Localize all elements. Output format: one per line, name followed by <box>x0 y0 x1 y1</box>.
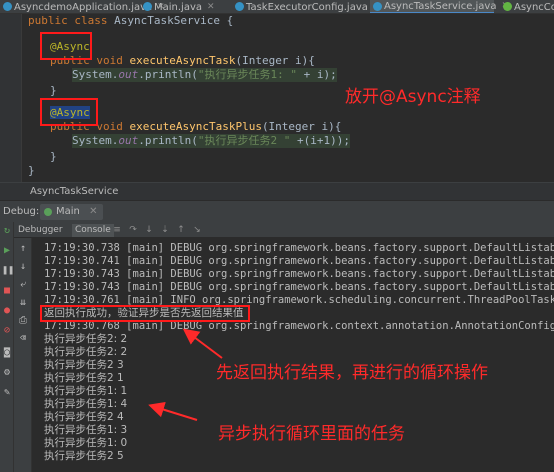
code-string: "执行异步任务1: " <box>197 68 297 81</box>
tab-label: Main.java <box>154 1 203 13</box>
breakpoints-icon[interactable]: ● <box>2 306 12 316</box>
code-class: System. <box>72 134 119 147</box>
print-icon[interactable]: ⎙ <box>18 316 28 326</box>
close-icon[interactable]: ✕ <box>207 1 215 14</box>
pin-icon[interactable]: ✎ <box>2 388 12 398</box>
debug-side-toolbar: ↻ ▶ ❚❚ ■ ● ⊘ ◙ ⚙ ✎ <box>0 222 14 472</box>
code-line: System.out.println("执行异步任务1: " + i); <box>72 68 337 82</box>
step-into-icon[interactable]: ↓ <box>144 225 154 235</box>
arrow-icon <box>182 328 223 359</box>
resume-icon[interactable]: ▶ <box>2 246 12 256</box>
console-side-toolbar: ↑ ↓ ⤶ ⇊ ⎙ ⌫ <box>14 238 32 472</box>
code-text: (Integer i){ <box>261 120 342 133</box>
java-class-icon <box>235 2 244 11</box>
arrow-down-icon[interactable]: ↓ <box>18 262 28 272</box>
annotation-note: 先返回执行结果，再进行的循环操作 <box>216 363 488 383</box>
console-output[interactable]: 17:19:30.738 [main] DEBUG org.springfram… <box>32 238 554 472</box>
run-to-cursor-icon[interactable]: ↘ <box>192 225 202 235</box>
camera-icon[interactable]: ◙ <box>2 348 12 358</box>
code-field: out <box>118 134 139 147</box>
debug-tabs: Debugger Console ≡ ↷ ↓ ⇣ ↑ ↘ <box>14 222 554 238</box>
tab-label: AsyncdemoApplication.java <box>14 1 153 13</box>
tab-debugger[interactable]: Debugger <box>18 224 63 237</box>
rerun-icon[interactable]: ↻ <box>2 226 12 236</box>
debug-label: Debug: <box>3 206 40 217</box>
force-step-into-icon[interactable]: ⇣ <box>160 225 170 235</box>
annotation-note: 放开@Async注释 <box>345 87 481 107</box>
close-icon[interactable]: ✕ <box>89 206 97 217</box>
run-config-label: Main <box>56 206 80 217</box>
step-over-icon[interactable]: ↷ <box>128 225 138 235</box>
code-text: + i); <box>296 68 337 81</box>
soft-wrap-icon[interactable]: ⤶ <box>18 280 28 290</box>
java-class-icon <box>3 2 12 11</box>
code-class: System. <box>72 68 119 81</box>
stop-icon[interactable]: ■ <box>2 286 12 296</box>
annotation-box <box>40 32 92 60</box>
run-config-tab[interactable]: Main ✕ <box>40 204 104 220</box>
tab-asynccon[interactable]: AsyncCon <box>500 0 554 13</box>
code-line: System.out.println("执行异步任务2 " +(i+1)); <box>72 134 350 148</box>
code-text: .println( <box>138 68 198 81</box>
spring-config-icon <box>503 2 512 11</box>
pause-icon[interactable]: ❚❚ <box>2 266 14 276</box>
code-text: } <box>50 150 57 163</box>
tab-console[interactable]: Console <box>72 224 114 237</box>
code-line: } <box>50 150 57 164</box>
code-line: } <box>50 84 57 98</box>
java-class-icon <box>373 2 382 11</box>
annotation-note: 异步执行循环里面的任务 <box>218 424 405 444</box>
arrow-up-icon[interactable]: ↑ <box>18 244 28 254</box>
tab-label: TaskExecutorConfig.java <box>246 1 368 13</box>
tab-label: AsyncTaskService.java <box>384 0 497 12</box>
tab-main[interactable]: Main.java ✕ <box>140 0 222 14</box>
code-text: +(i+1)); <box>290 134 350 147</box>
code-line: public class AsyncTaskService { <box>28 14 233 28</box>
mute-breakpoints-icon[interactable]: ⊘ <box>2 326 12 336</box>
bug-icon <box>44 208 52 216</box>
settings-icon[interactable]: ⚙ <box>2 368 12 378</box>
tab-asynctaskservice[interactable]: AsyncTaskService.java ✕ <box>370 0 509 13</box>
tab-taskexecutorconfig[interactable]: TaskExecutorConfig.java ✕ <box>232 0 380 13</box>
code-method-name: executeAsyncTaskPlus <box>129 120 262 133</box>
debug-toolbar: Debug: Main ✕ <box>0 200 554 222</box>
java-class-icon <box>143 2 152 11</box>
code-method-name: executeAsyncTask <box>129 54 236 67</box>
tab-asyncdemoapplication[interactable]: AsyncdemoApplication.java ✕ <box>0 0 165 13</box>
clear-icon[interactable]: ⌫ <box>18 334 28 344</box>
code-text: } <box>28 164 35 177</box>
step-out-icon[interactable]: ↑ <box>176 225 186 235</box>
editor-gutter <box>0 14 22 182</box>
code-line: } <box>28 164 35 178</box>
code-keyword: public class <box>28 14 115 27</box>
code-field: out <box>118 68 139 81</box>
menu-icon[interactable]: ≡ <box>112 225 122 235</box>
code-text: (Integer i){ <box>235 54 315 67</box>
arrow-icon <box>148 401 198 421</box>
scroll-to-end-icon[interactable]: ⇊ <box>18 298 28 308</box>
breadcrumb[interactable]: AsyncTaskService <box>0 182 554 200</box>
editor-tab-bar: AsyncdemoApplication.java ✕ Main.java ✕ … <box>0 0 554 14</box>
annotation-box <box>40 98 98 126</box>
tab-label: AsyncCon <box>514 1 554 13</box>
code-text: .println( <box>138 134 198 147</box>
code-text: } <box>50 84 57 97</box>
code-string: "执行异步任务2 " <box>197 134 291 147</box>
code-editor[interactable]: public class AsyncTaskService { @Async p… <box>0 14 554 182</box>
code-text: AsyncTaskService { <box>114 14 234 27</box>
